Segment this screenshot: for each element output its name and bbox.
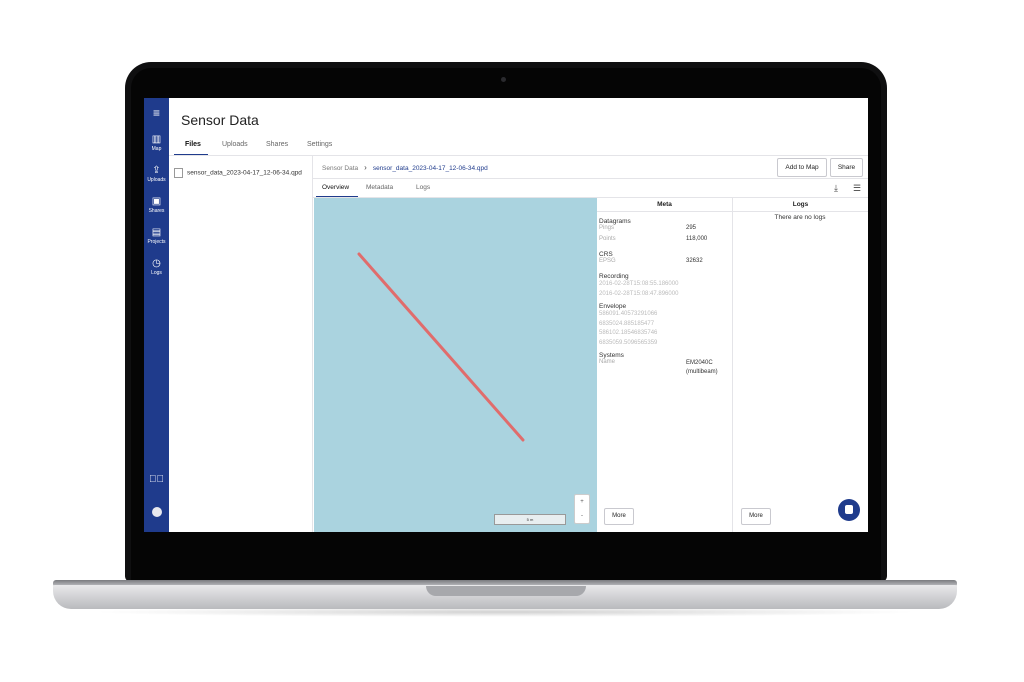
add-to-map-button[interactable]: Add to Map: [777, 158, 827, 177]
divider: [313, 178, 868, 179]
sidebar-item-projects[interactable]: ▤ Projects: [144, 227, 169, 246]
laptop-notch: [426, 586, 586, 596]
share-icon: ▣: [151, 196, 162, 207]
status-check-icon[interactable]: ✓⃝: [144, 474, 169, 485]
recording-heading: Recording: [599, 273, 629, 280]
recording-end: 2016-02-28T15:08:47.896000: [599, 290, 679, 297]
camera: [501, 77, 506, 82]
download-icon[interactable]: ⤓: [834, 183, 838, 194]
subtab-metadata[interactable]: Metadata: [366, 184, 393, 191]
envelope-value: 6835024.885185477: [599, 320, 655, 327]
envelope-value: 6835059.5096565359: [599, 339, 658, 346]
envelope-value: 586091.40573291066: [599, 311, 658, 317]
sidebar: ≡ ▥ Map ⇪ Uploads ▣ Shares ▤ Projects ◷ …: [144, 98, 169, 532]
breadcrumb-root[interactable]: Sensor Data: [322, 165, 358, 172]
envelope-value: 586102.18546835746: [599, 330, 658, 336]
subtab-overview[interactable]: Overview: [322, 184, 349, 191]
history-icon: ◷: [152, 258, 161, 269]
logs-more-button[interactable]: More: [741, 508, 771, 525]
tab-shares[interactable]: Shares: [266, 141, 288, 148]
breadcrumb: Sensor Data › sensor_data_2023-04-17_12-06…: [322, 163, 488, 172]
avatar[interactable]: [144, 504, 169, 522]
map-canvas: [357, 252, 525, 442]
logs-empty-text: There are no logs: [774, 214, 826, 221]
systems-heading: Systems: [599, 352, 624, 359]
projects-icon: ▤: [151, 227, 162, 238]
menu-icon[interactable]: ≡: [144, 106, 169, 120]
tab-uploads[interactable]: Uploads: [222, 141, 248, 148]
divider: [732, 198, 733, 532]
sidebar-item-uploads[interactable]: ⇪ Uploads: [144, 165, 169, 184]
file-list-item[interactable]: sensor_data_2023-04-17_12-06-34.qpd: [174, 168, 302, 178]
divider: [312, 155, 313, 532]
scale-bar: 5 m: [494, 514, 566, 525]
sidebar-item-shares[interactable]: ▣ Shares: [144, 196, 169, 215]
share-button[interactable]: Share: [830, 158, 863, 177]
breadcrumb-current: sensor_data_2023-04-17_12-06-34.qpd: [372, 165, 488, 172]
subtab-logs[interactable]: Logs: [416, 184, 430, 191]
points-row: Points 118,000: [599, 236, 708, 242]
survey-track-line: [357, 252, 525, 442]
tab-files[interactable]: Files: [185, 141, 201, 148]
crs-heading: CRS: [599, 251, 613, 258]
recording-start: 2016-02-28T15:08:55.186000: [599, 281, 679, 287]
zoom-out-button[interactable]: -: [575, 509, 589, 523]
datagrams-heading: Datagrams: [599, 218, 631, 225]
chevron-right-icon: ›: [364, 163, 367, 172]
divider: [169, 155, 868, 156]
zoom-in-button[interactable]: +: [575, 495, 589, 509]
upload-icon: ⇪: [152, 165, 161, 176]
page-title: Sensor Data: [181, 112, 259, 128]
meta-more-button[interactable]: More: [604, 508, 634, 525]
envelope-heading: Envelope: [599, 303, 627, 310]
pings-row: Pings 295: [599, 225, 697, 231]
meta-panel-title: Meta: [597, 198, 732, 212]
file-icon: [174, 168, 183, 178]
chat-icon: [845, 505, 853, 514]
map-view[interactable]: 5 m + -: [314, 198, 597, 532]
sidebar-item-map[interactable]: ▥ Map: [144, 134, 169, 153]
map-icon: ▥: [151, 134, 162, 145]
sidebar-item-logs[interactable]: ◷ Logs: [144, 258, 169, 277]
epsg-row: EPSG 32632: [599, 258, 703, 264]
zoom-control[interactable]: + -: [574, 494, 590, 524]
panel-toggle-icon[interactable]: ☰: [853, 183, 861, 194]
app-screen: ≡ ▥ Map ⇪ Uploads ▣ Shares ▤ Projects ◷ …: [144, 98, 868, 532]
systems-row: Name EM2040C (multibeam): [599, 359, 718, 375]
logs-panel-title: Logs: [733, 198, 868, 212]
meta-panel: Datagrams Pings 295 Points 118,000 CRS EPS…: [599, 214, 731, 381]
tab-settings[interactable]: Settings: [307, 141, 332, 148]
chat-launcher-button[interactable]: [838, 499, 860, 521]
